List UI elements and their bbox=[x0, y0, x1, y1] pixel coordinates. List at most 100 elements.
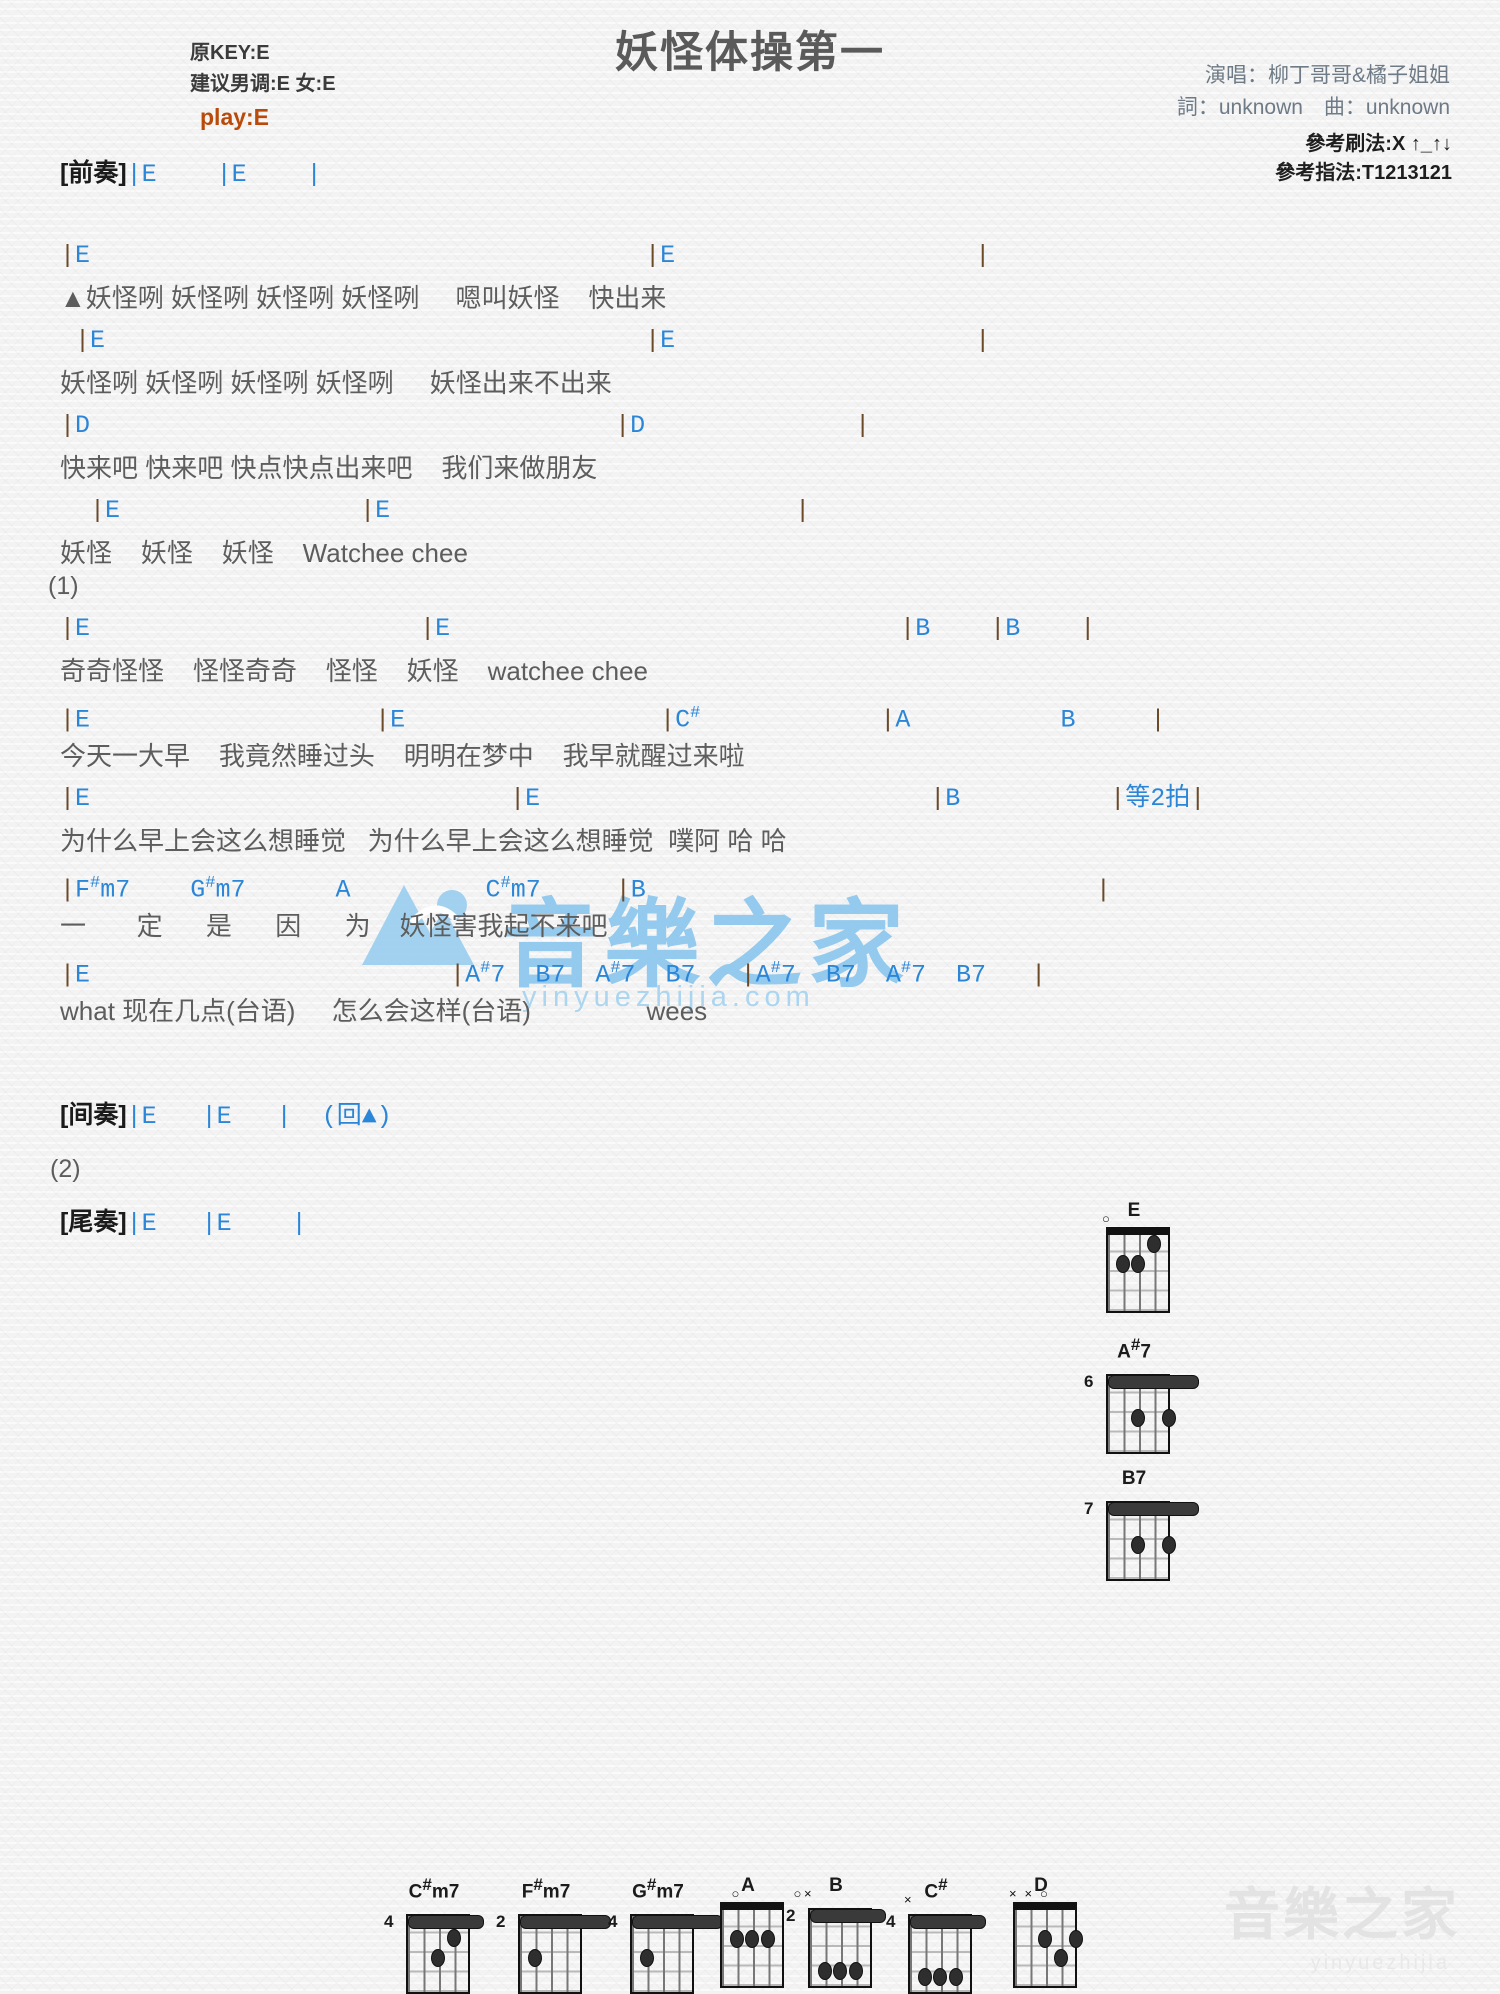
chord-diagram-Csharp: C# 4 × bbox=[886, 1875, 986, 1994]
finger-dot bbox=[639, 1948, 654, 1967]
lyric-row: 一 定 是 因 为 妖怪害我起不来吧 bbox=[60, 911, 608, 941]
finger-dot bbox=[848, 1962, 863, 1980]
intro-tag: [前奏] bbox=[60, 159, 127, 187]
chord-diagram-grid: 2 bbox=[496, 1906, 611, 1994]
barre-bar bbox=[408, 1915, 484, 1930]
finger-dot bbox=[1131, 1408, 1145, 1427]
muted-string-marker: × bbox=[1024, 1886, 1033, 1901]
finger-dot bbox=[446, 1929, 461, 1948]
chord-row: |E |E | bbox=[75, 326, 991, 355]
chord-diagram-label: G#m7 bbox=[632, 1875, 684, 1903]
chord-diagram-label: A#7 bbox=[1117, 1335, 1151, 1363]
chart-line: |E |E | 妖怪 妖怪 妖怪 Watchee chee bbox=[60, 490, 810, 576]
lyric-row: 妖怪咧 妖怪咧 妖怪咧 妖怪咧 妖怪出来不出来 bbox=[60, 368, 612, 398]
fingerstyle-pattern: 參考指法:T1213121 bbox=[1275, 162, 1452, 184]
muted-string-marker: × bbox=[904, 1892, 912, 1908]
nut bbox=[720, 1902, 784, 1909]
barre-bar bbox=[520, 1915, 611, 1930]
chord-diagram-E: E ○ bbox=[1098, 1200, 1170, 1313]
chart-line: |E |E |B |B | 奇奇怪怪 怪怪奇奇 怪怪 妖怪 watchee che… bbox=[60, 608, 1095, 694]
muted-string-marker: × bbox=[804, 1886, 812, 1901]
key-info-block: 原KEY:E 建议男调:E 女:E play:E bbox=[190, 38, 336, 136]
play-key: play:E bbox=[200, 104, 270, 130]
lyric-row: 为什么早上会这么想睡觉 为什么早上会这么想睡觉 噗阿 哈 哈 bbox=[60, 826, 787, 856]
chord-diagram-grid: 4 bbox=[384, 1906, 484, 1994]
chord-row: |E |A#7 B7 A#7 B7 |A#7 B7 A#7 B7 | bbox=[60, 959, 1047, 990]
chart-line: |E |E | ▲妖怪咧 妖怪咧 妖怪咧 妖怪咧 嗯叫妖怪 快出来 bbox=[60, 235, 990, 321]
finger-dot bbox=[1038, 1929, 1052, 1948]
chord-row: |E |E | bbox=[60, 241, 991, 270]
intro-row: [前奏]|E |E | bbox=[60, 153, 322, 195]
chord-diagram-label: F#m7 bbox=[521, 1875, 571, 1903]
finger-dot bbox=[1131, 1535, 1145, 1554]
outro-tag: [尾奏] bbox=[60, 1208, 127, 1236]
interlude-chords: |E |E | (回▲) bbox=[126, 1102, 392, 1131]
verse-2-number: (2) bbox=[50, 1155, 81, 1183]
finger-dot bbox=[817, 1962, 832, 1980]
fretboard-grid bbox=[1013, 1908, 1077, 1988]
finger-dot bbox=[1162, 1408, 1176, 1427]
nut bbox=[1013, 1902, 1077, 1909]
finger-dot bbox=[1131, 1254, 1145, 1273]
chord-row: |E |E |B |B | bbox=[60, 614, 1096, 643]
fret-number: 4 bbox=[608, 1912, 618, 1932]
chord-diagram-grid: 2 × bbox=[786, 1886, 886, 1988]
chord-diagram-D: D ○ × × bbox=[1005, 1875, 1083, 1988]
strum-info-block: 參考刷法:X ↑_↑↓ 參考指法:T1213121 bbox=[1275, 130, 1452, 188]
finger-dot bbox=[729, 1929, 744, 1948]
original-key: 原KEY:E bbox=[190, 42, 270, 64]
chord-row: |D |D | bbox=[60, 411, 871, 440]
fret-number: 4 bbox=[384, 1912, 394, 1932]
chord-row: |F#m7 G#m7 A C#m7 |B | bbox=[60, 874, 1111, 905]
chord-diagram-grid: ○ ○ bbox=[712, 1886, 801, 1988]
finger-dot bbox=[1053, 1949, 1068, 1967]
chart-line: |F#m7 G#m7 A C#m7 |B | 一 定 是 因 为 妖怪害我起不来吧 bbox=[60, 863, 1111, 949]
chord-diagram-grid: 4 × bbox=[886, 1892, 986, 1994]
chord-diagram-grid: ○ bbox=[1098, 1211, 1170, 1313]
strum-pattern: 參考刷法:X ↑_↑↓ bbox=[1305, 133, 1452, 155]
finger-dot bbox=[1069, 1929, 1083, 1948]
finger-dot bbox=[948, 1968, 963, 1987]
finger-dot bbox=[1146, 1235, 1161, 1253]
open-string-marker: ○ bbox=[731, 1886, 740, 1901]
chord-row: |E |E |C# |A B | bbox=[60, 704, 1166, 735]
outro-chords: |E |E | bbox=[126, 1209, 307, 1238]
finger-dot bbox=[917, 1968, 932, 1987]
watermark-corner-text: 音樂之家 bbox=[1224, 1883, 1460, 1946]
lyric-row: 快来吧 快来吧 快点快点出来吧 我们来做朋友 bbox=[60, 453, 598, 483]
writer-credit: 詞：unknown 曲：unknown bbox=[1176, 95, 1450, 119]
chord-sheet: 妖怪体操第一 原KEY:E 建议男调:E 女:E play:E 演唱：柳丁哥哥&… bbox=[0, 0, 1500, 1994]
finger-dot bbox=[760, 1929, 775, 1948]
singer-credit: 演唱：柳丁哥哥&橘子姐姐 bbox=[1204, 64, 1450, 87]
barre-bar bbox=[1108, 1502, 1199, 1516]
fretboard-grid bbox=[720, 1908, 784, 1988]
open-string-marker: ○ bbox=[1040, 1886, 1048, 1901]
barre-bar bbox=[1108, 1375, 1199, 1390]
lyric-row: ▲妖怪咧 妖怪咧 妖怪咧 妖怪咧 嗯叫妖怪 快出来 bbox=[60, 283, 667, 313]
credits-block: 演唱：柳丁哥哥&橘子姐姐 詞：unknown 曲：unknown bbox=[1177, 60, 1450, 123]
fret-number: 2 bbox=[496, 1912, 506, 1932]
chord-diagram-Csharpm7: C#m7 4 bbox=[384, 1875, 484, 1994]
chord-diagram-label: C#m7 bbox=[408, 1875, 460, 1903]
suggested-key: 建议男调:E 女:E bbox=[190, 73, 336, 95]
chord-diagram-grid: ○ × × bbox=[1005, 1886, 1083, 1988]
barre-bar bbox=[910, 1915, 986, 1930]
fret-number: 2 bbox=[786, 1906, 796, 1925]
open-string-marker: ○ bbox=[1102, 1211, 1110, 1226]
fret-number: 6 bbox=[1084, 1372, 1094, 1392]
finger-dot bbox=[833, 1962, 847, 1980]
finger-dot bbox=[745, 1929, 759, 1948]
lyric-row: 妖怪 妖怪 妖怪 Watchee chee bbox=[60, 538, 468, 568]
chord-diagram-A: A ○ ○ bbox=[712, 1875, 801, 1988]
chord-diagram-Gsharpm7: G#m7 4 bbox=[608, 1875, 723, 1994]
muted-string-marker: × bbox=[1009, 1886, 1017, 1901]
fret-number: 7 bbox=[1084, 1499, 1094, 1518]
chord-diagram-Fsharpm7: F#m7 2 bbox=[496, 1875, 611, 1994]
chord-diagram-grid: 4 bbox=[608, 1906, 723, 1994]
lyric-row: 奇奇怪怪 怪怪奇奇 怪怪 妖怪 watchee chee bbox=[60, 656, 649, 686]
chart-line: |E |E |C# |A B | 今天一大早 我竟然睡过头 明明在梦中 我早就醒过… bbox=[60, 693, 1165, 779]
chord-diagram-Asharp7: A#7 6 bbox=[1084, 1335, 1199, 1455]
barre-bar bbox=[632, 1915, 723, 1930]
intro-chords: |E |E | bbox=[126, 160, 322, 189]
interlude-tag: [间奏] bbox=[60, 1101, 127, 1129]
